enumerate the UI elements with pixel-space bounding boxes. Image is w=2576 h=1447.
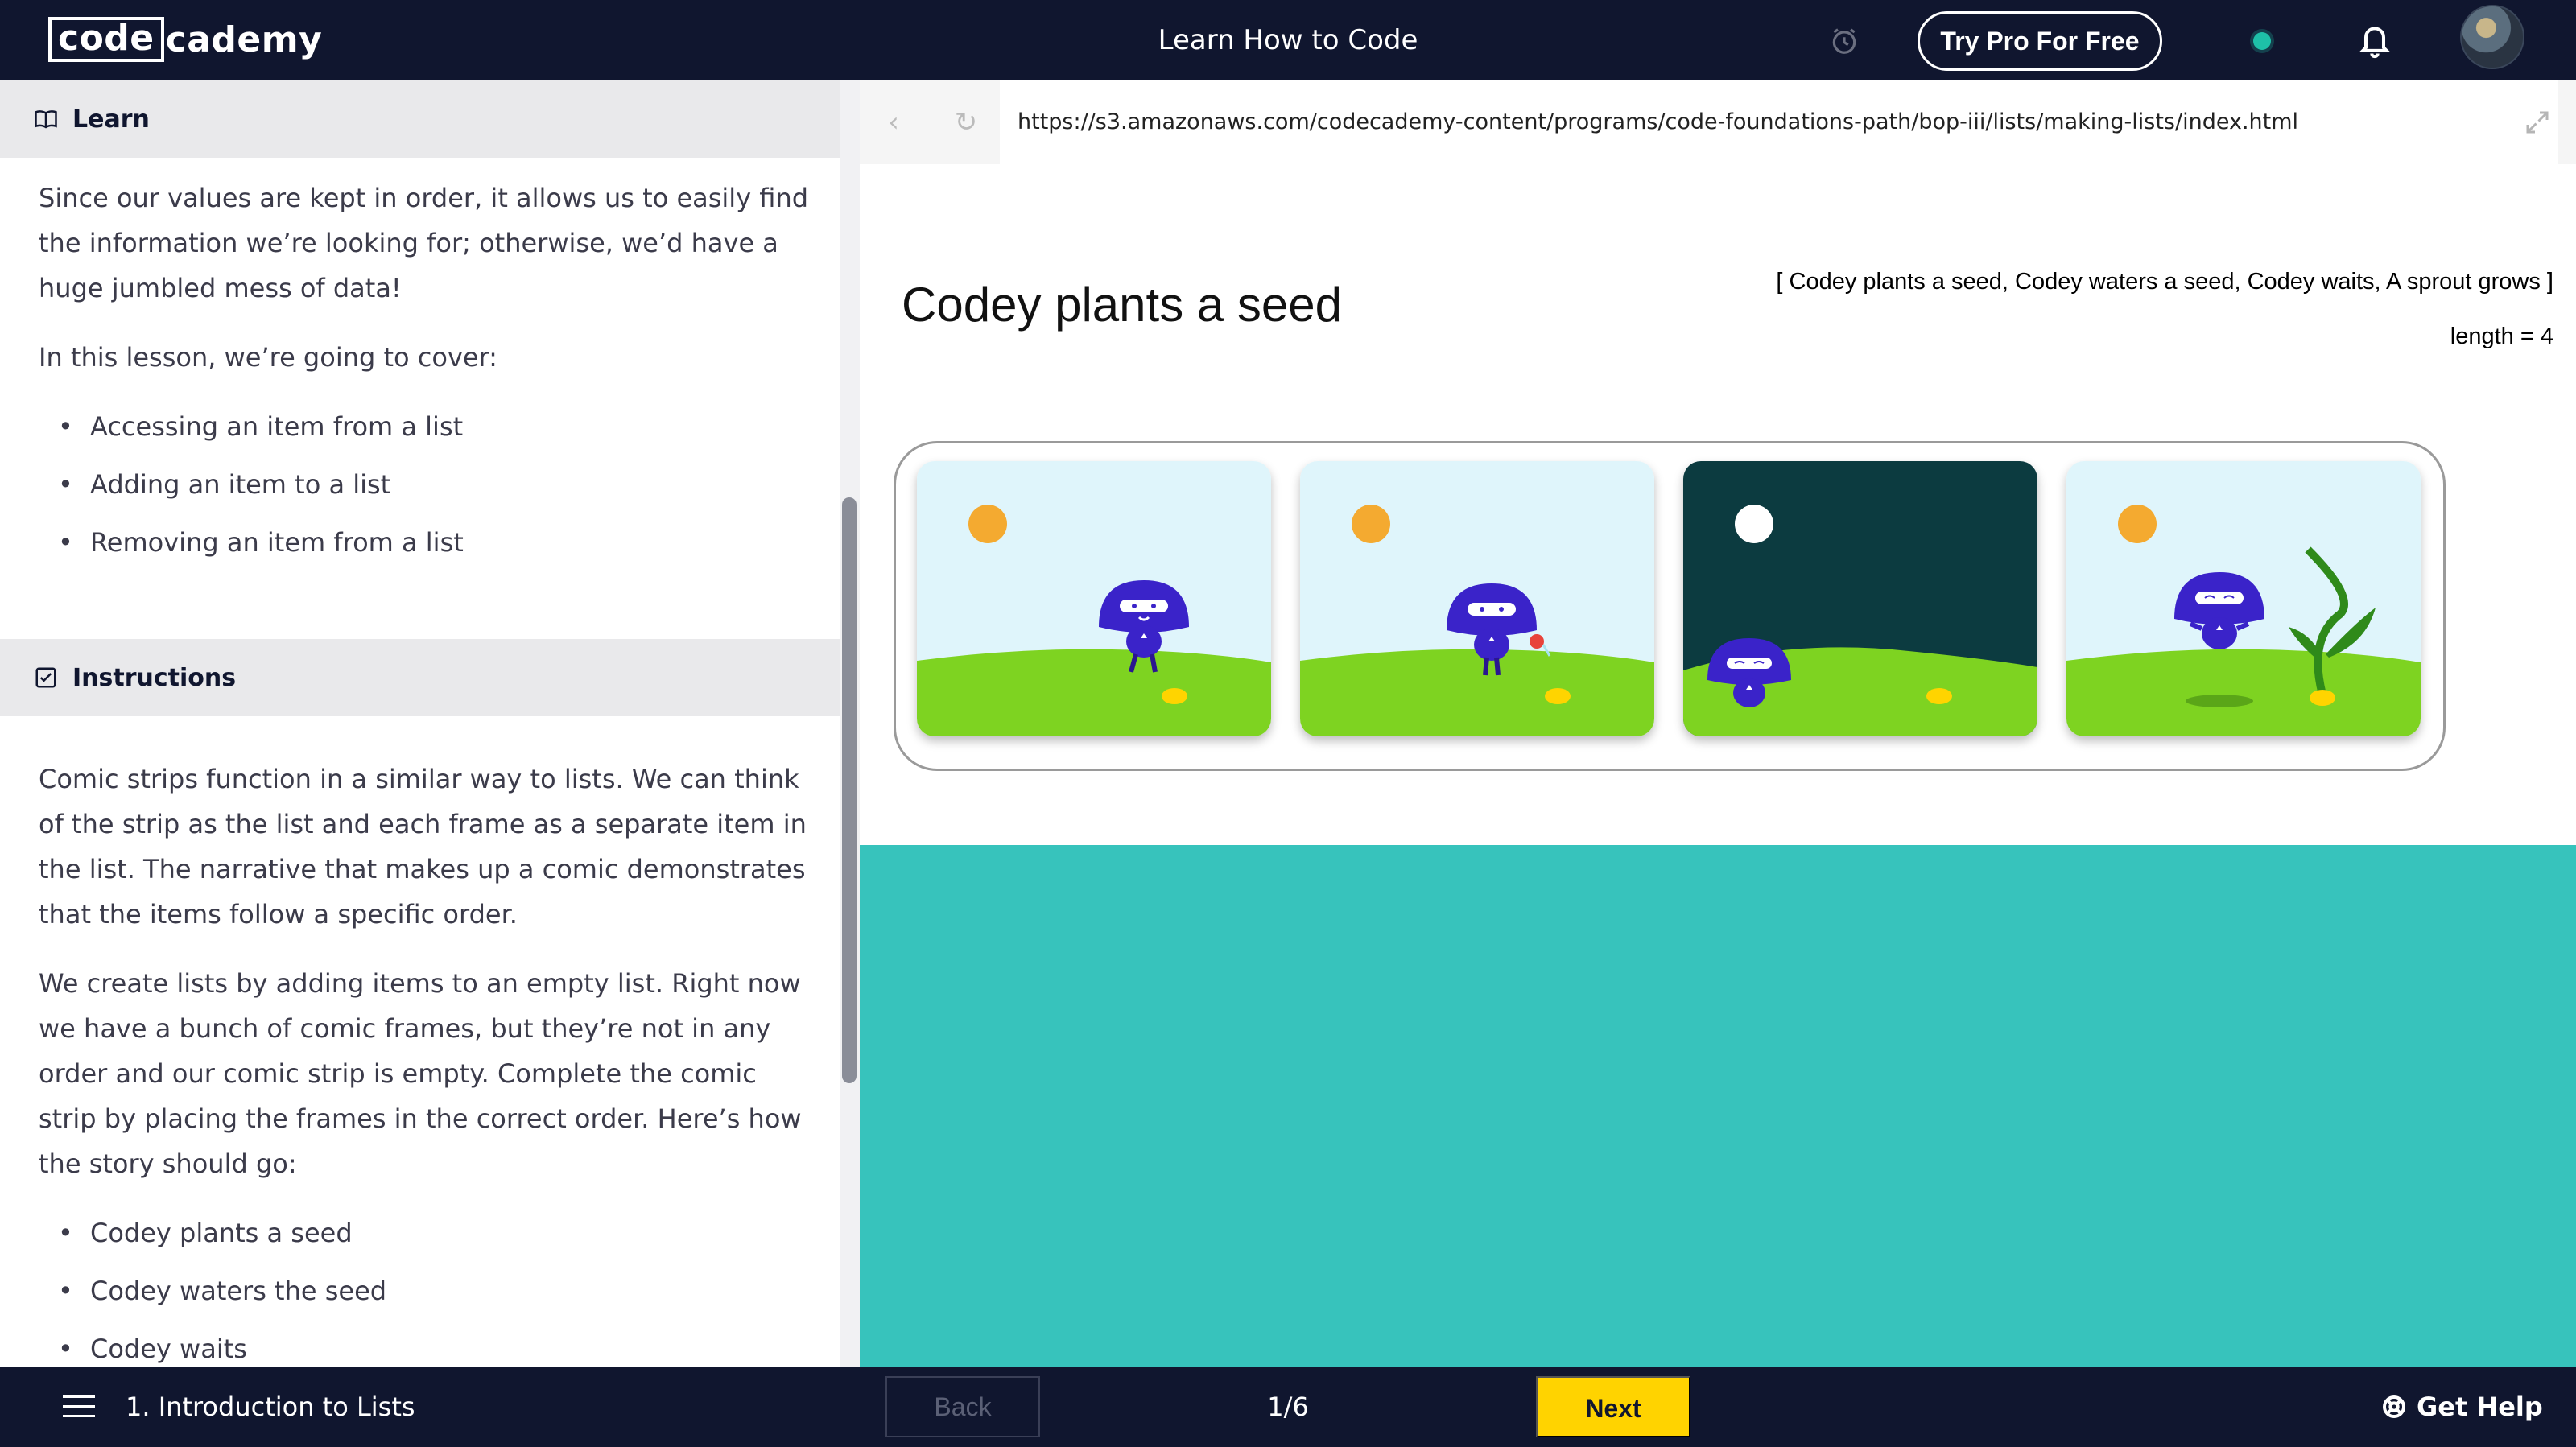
logo-code-box: code	[48, 17, 164, 62]
browser-back-icon[interactable]: ‹	[876, 105, 911, 140]
get-help-button[interactable]: Get Help	[2381, 1367, 2543, 1447]
comic-frame-art	[1683, 461, 2037, 736]
list-item: Codey waits	[39, 1326, 811, 1367]
learn-content: Since our values are kept in order, it a…	[39, 175, 811, 578]
instructions-content: Comic strips function in a similar way t…	[39, 756, 811, 1367]
browser-url-bar: ‹ ↻ https://s3.amazonaws.com/codecademy-…	[860, 80, 2576, 164]
comic-frame-art	[917, 461, 1271, 736]
comic-frame-title: Codey plants a seed	[902, 278, 1343, 332]
lesson-name[interactable]: 1. Introduction to Lists	[126, 1367, 415, 1447]
learn-heading: Learn	[72, 105, 150, 134]
browser-pane: ‹ ↻ https://s3.amazonaws.com/codecademy-…	[860, 80, 2576, 1447]
drop-area-teal	[860, 845, 2576, 1447]
lifebuoy-icon	[2383, 1395, 2405, 1418]
browser-reload-icon[interactable]: ↻	[948, 105, 984, 140]
comic-page: Codey plants a seed [ Codey plants a see…	[860, 164, 2576, 1447]
hamburger-menu-icon[interactable]	[63, 1395, 95, 1418]
online-status-dot	[2253, 32, 2271, 50]
comic-frame-art	[2066, 461, 2421, 736]
length-readout: length = 4	[2450, 324, 2553, 349]
lesson-cover-intro: In this lesson, we’re going to cover:	[39, 342, 497, 373]
logo-cademy: cademy	[165, 19, 323, 60]
expand-icon[interactable]	[2523, 108, 2552, 137]
top-nav-bar: code cademy Learn How to Code Try Pro For…	[0, 0, 2576, 80]
comic-frame-plants-seed[interactable]	[917, 461, 1271, 736]
lesson-panel: Learn Since our values are kept in order…	[0, 80, 840, 1367]
instructions-paragraph-1: Comic strips function in a similar way t…	[39, 764, 807, 930]
bottom-nav-bar: 1. Introduction to Lists Back 1/6 Next G…	[0, 1367, 2576, 1447]
list-readout: [ Codey plants a seed, Codey waters a se…	[1776, 269, 2553, 295]
comic-frame-sprout-grows[interactable]	[2066, 461, 2421, 736]
story-steps-list: Codey plants a seed Codey waters the see…	[39, 1210, 811, 1367]
instructions-paragraph-2: We create lists by adding items to an em…	[39, 968, 802, 1179]
instructions-section-header: Instructions	[0, 639, 840, 716]
learn-section-header: Learn	[0, 80, 840, 158]
back-button[interactable]: Back	[886, 1376, 1040, 1437]
codecademy-logo[interactable]: code cademy	[48, 16, 322, 63]
list-item: Removing an item from a list	[39, 520, 811, 565]
book-icon	[35, 110, 57, 129]
page-counter: 1/6	[1267, 1391, 1309, 1422]
notification-bell-icon[interactable]	[2357, 21, 2392, 60]
list-item: Adding an item to a list	[39, 462, 811, 507]
comic-frame-waits-night[interactable]	[1683, 461, 2037, 736]
learn-intro-paragraph: Since our values are kept in order, it a…	[39, 183, 809, 303]
course-title: Learn How to Code	[1158, 24, 1418, 56]
next-button[interactable]: Next	[1536, 1376, 1690, 1437]
lesson-scrollbar-thumb[interactable]	[842, 497, 857, 1083]
url-field[interactable]: https://s3.amazonaws.com/codecademy-cont…	[1000, 80, 2558, 164]
get-help-label: Get Help	[2417, 1391, 2543, 1422]
alarm-clock-icon[interactable]	[1829, 26, 1860, 56]
try-pro-button[interactable]: Try Pro For Free	[1918, 11, 2162, 71]
instructions-heading: Instructions	[72, 663, 237, 692]
lesson-topics-list: Accessing an item from a list Adding an …	[39, 404, 811, 565]
list-item: Codey waters the seed	[39, 1268, 811, 1313]
list-item: Accessing an item from a list	[39, 404, 811, 449]
checkbox-icon	[35, 667, 56, 688]
list-item: Codey plants a seed	[39, 1210, 811, 1255]
user-avatar[interactable]	[2460, 5, 2524, 69]
comic-strip	[894, 441, 2446, 771]
comic-frame-waters-seed[interactable]	[1300, 461, 1654, 736]
comic-frame-art	[1300, 461, 1654, 736]
